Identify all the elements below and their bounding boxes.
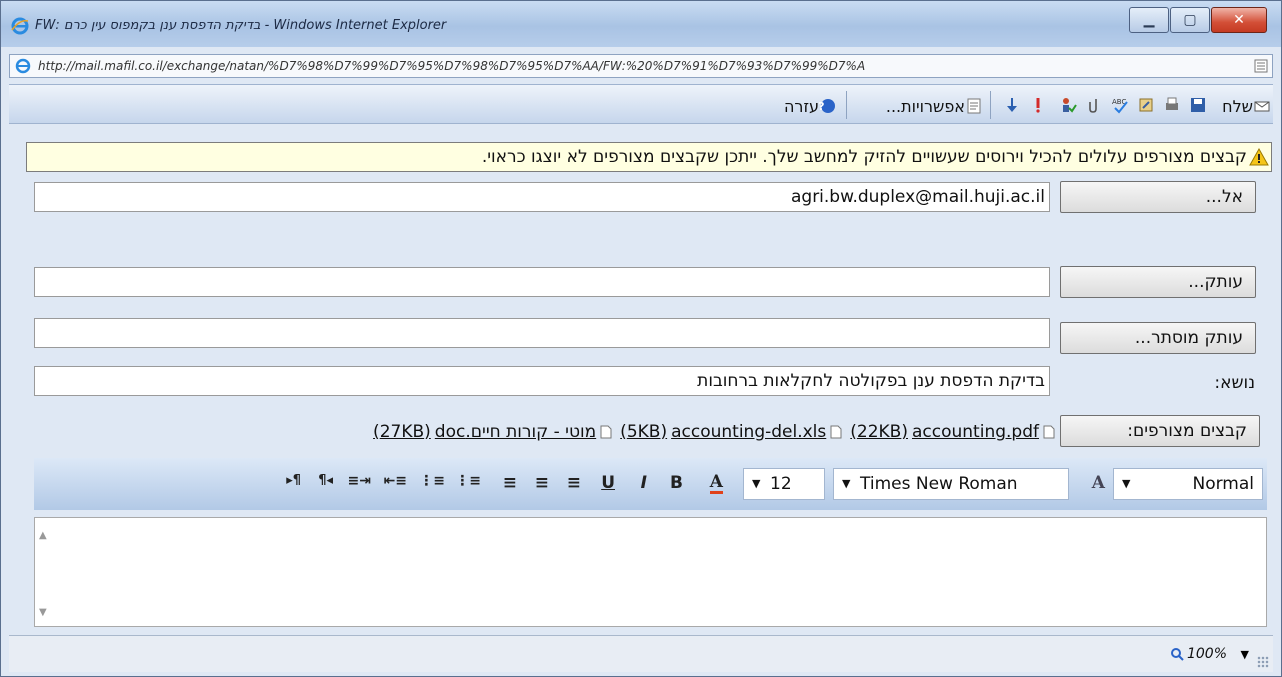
internet-explorer-icon	[11, 17, 29, 35]
size-select[interactable]: ▼ 12	[743, 468, 825, 500]
options-button[interactable]: אפשרויות...	[886, 95, 983, 117]
address-book-icon[interactable]	[1137, 96, 1155, 114]
page-options-icon[interactable]	[1254, 59, 1268, 73]
file-icon	[830, 425, 842, 439]
file-icon	[600, 425, 612, 439]
zoom-icon	[1170, 648, 1184, 661]
attachment-name: accounting.pdf	[912, 422, 1039, 442]
underline-icon[interactable]: U	[601, 473, 615, 493]
save-icon[interactable]	[1189, 96, 1207, 114]
status-bar: 100% ▼	[9, 635, 1273, 672]
resize-grip-icon[interactable]	[1257, 656, 1269, 668]
align-right-icon[interactable]: ≡	[567, 473, 581, 493]
title-bar: FW: בדיקת הדפסת ענן בקמפוס עין כרם - Win…	[1, 1, 1281, 47]
chevron-down-icon: ▼	[1122, 477, 1131, 490]
attachments-button-label: קבצים מצורפים:	[1127, 421, 1247, 441]
maximize-icon: ▢	[1183, 12, 1197, 28]
font-color-icon[interactable]: A	[709, 473, 723, 494]
help-button[interactable]: ? עזרה	[784, 95, 837, 117]
italic-icon[interactable]: I	[641, 473, 647, 493]
rtl-direction-icon[interactable]: ¶◂	[318, 473, 333, 488]
address-url[interactable]: http://mail.mafil.co.il/exchange/natan/%…	[38, 59, 1238, 73]
window-title: FW: בדיקת הדפסת ענן בקמפוס עין כרם - Win…	[35, 18, 447, 33]
attachment-item[interactable]: accounting-del.xls (5KB)	[620, 422, 842, 442]
subject-field[interactable]: בדיקת הדפסת ענן בפקולטה לחקלאות ברחובות	[34, 366, 1050, 396]
attachments-button[interactable]: קבצים מצורפים:	[1060, 415, 1260, 447]
message-body-editor[interactable]: ▲ ▼	[34, 517, 1267, 627]
chevron-down-icon: ▼	[842, 477, 851, 490]
help-label: עזרה	[783, 96, 819, 116]
attachment-size: (27KB)	[373, 422, 431, 442]
attachment-name: מוטי - קורות חיים.doc	[434, 422, 597, 442]
attachment-size: (22KB)	[850, 422, 908, 442]
page-ie-icon	[15, 58, 31, 74]
close-button[interactable]: ✕	[1211, 7, 1267, 33]
options-icon	[967, 98, 981, 114]
font-size-glyph-icon: A	[1091, 473, 1105, 493]
attachment-item[interactable]: accounting.pdf (22KB)	[850, 422, 1055, 442]
align-center-icon[interactable]: ≡	[535, 473, 549, 493]
compose-window: FW: בדיקת הדפסת ענן בקמפוס עין כרם - Win…	[0, 0, 1282, 677]
style-select[interactable]: Normal ▼	[1113, 468, 1263, 500]
scroll-up-icon[interactable]: ▲	[39, 530, 47, 541]
send-button[interactable]: שלח	[1222, 95, 1271, 117]
maximize-button[interactable]: ▢	[1170, 7, 1210, 33]
chevron-down-icon: ▼	[752, 477, 761, 490]
to-button[interactable]: אל...	[1060, 181, 1256, 213]
close-icon: ✕	[1233, 12, 1245, 28]
attachment-name: accounting-del.xls	[671, 422, 827, 442]
svg-text:?: ?	[819, 100, 825, 113]
help-icon: ?	[819, 99, 835, 113]
print-icon[interactable]	[1163, 96, 1181, 114]
attachment-size: (5KB)	[620, 422, 668, 442]
address-bar[interactable]: http://mail.mafil.co.il/exchange/natan/%…	[9, 54, 1273, 78]
chevron-down-icon[interactable]: ▼	[1241, 648, 1249, 661]
size-value: 12	[770, 474, 792, 494]
format-toolbar: Normal ▼ A ▼ Times New Roman ▼ 12 A B I …	[34, 458, 1267, 510]
attachment-item[interactable]: מוטי - קורות חיים.doc (27KB)	[373, 422, 612, 442]
spellcheck-icon[interactable]: ABC	[1111, 96, 1129, 114]
subject-label: נושא:	[1214, 373, 1255, 393]
to-field[interactable]: agri.bw.duplex@mail.huji.ac.il	[34, 182, 1050, 212]
toolbar-separator	[990, 91, 991, 119]
warning-icon	[1249, 148, 1269, 166]
align-left-icon[interactable]: ≡	[503, 473, 517, 493]
send-label: שלח	[1222, 96, 1253, 116]
bcc-button-label: עותק מוסתר...	[1134, 328, 1243, 348]
style-value: Normal	[1192, 474, 1254, 494]
ltr-direction-icon[interactable]: ▸¶	[286, 473, 301, 488]
cc-button[interactable]: עותק...	[1060, 266, 1256, 298]
font-select[interactable]: ▼ Times New Roman	[833, 468, 1069, 500]
attachment-list: accounting.pdf (22KB) accounting-del.xls(…	[373, 422, 1055, 442]
compose-toolbar: שלח ABC אפשרויות... ? עזרה	[9, 84, 1273, 124]
bulleted-list-icon[interactable]: ⋮≡	[419, 473, 445, 489]
minimize-icon: ▁	[1143, 12, 1155, 28]
high-importance-icon[interactable]	[1029, 96, 1047, 114]
numbered-list-icon[interactable]: ⋮≡	[455, 473, 481, 489]
increase-indent-icon[interactable]: ≡⇥	[348, 473, 371, 489]
bcc-button[interactable]: עותק מוסתר...	[1060, 322, 1256, 354]
send-icon	[1254, 101, 1270, 112]
zoom-value: 100%	[1186, 646, 1227, 662]
bcc-field[interactable]	[34, 318, 1050, 348]
to-button-label: אל...	[1205, 187, 1243, 207]
font-value: Times New Roman	[860, 474, 1018, 494]
toolbar-separator	[846, 91, 847, 119]
scroll-down-icon[interactable]: ▼	[39, 607, 47, 618]
minimize-button[interactable]: ▁	[1129, 7, 1169, 33]
low-importance-icon[interactable]	[1003, 96, 1021, 114]
cc-field[interactable]	[34, 267, 1050, 297]
options-label: אפשרויות...	[885, 96, 965, 116]
warning-text: קבצים מצורפים עלולים להכיל וירוסים שעשוי…	[481, 147, 1247, 167]
decrease-indent-icon[interactable]: ⇤≡	[384, 473, 407, 489]
bold-icon[interactable]: B	[670, 473, 683, 493]
file-icon	[1043, 425, 1055, 439]
attachment-warning: קבצים מצורפים עלולים להכיל וירוסים שעשוי…	[26, 142, 1272, 172]
check-names-icon[interactable]	[1059, 96, 1077, 114]
zoom-control[interactable]: 100%	[1170, 646, 1227, 662]
cc-button-label: עותק...	[1188, 272, 1243, 292]
attach-icon[interactable]	[1085, 96, 1103, 114]
